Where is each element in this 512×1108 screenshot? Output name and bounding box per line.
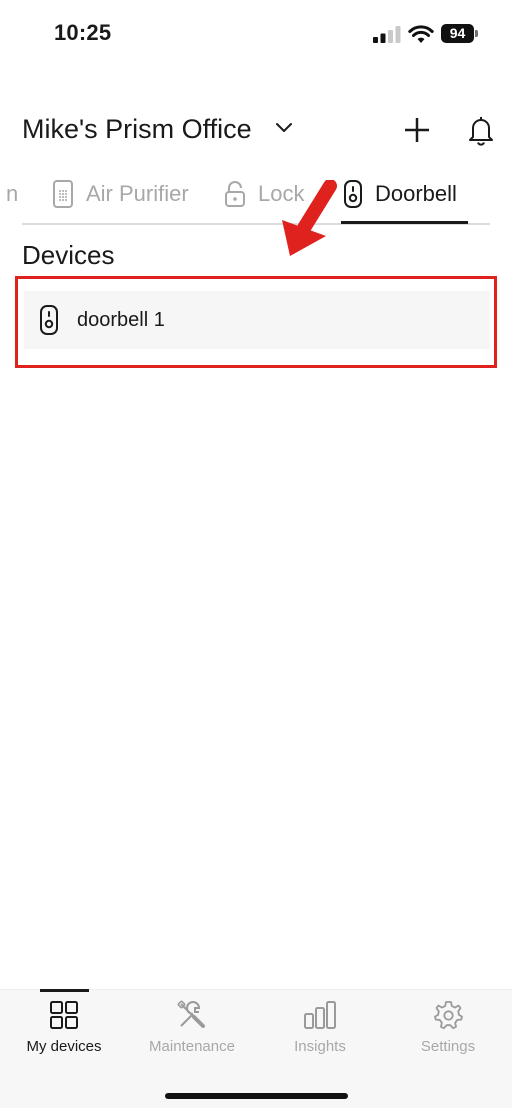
battery-tip <box>475 30 478 37</box>
nav-label: Maintenance <box>149 1038 235 1055</box>
chevron-down-icon[interactable] <box>275 122 293 134</box>
battery-level: 94 <box>441 24 474 43</box>
section-title: Devices <box>22 240 115 270</box>
app-header: Mike's Prism Office <box>0 108 512 156</box>
site-selector[interactable]: Mike's Prism Office <box>22 114 252 145</box>
gear-icon <box>434 1001 463 1030</box>
status-bar: 10:25 94 <box>0 0 512 70</box>
nav-active-indicator <box>40 989 89 992</box>
nav-label: Insights <box>294 1038 346 1055</box>
status-time: 10:25 <box>54 20 112 45</box>
bell-icon[interactable] <box>467 114 495 146</box>
tools-icon <box>177 1000 205 1028</box>
category-tabs: n Air Purifier Lock Doorbell <box>0 168 512 226</box>
tab-doorbell[interactable]: Doorbell <box>343 168 457 220</box>
annotation-highlight-box <box>15 276 497 368</box>
signal-icon <box>373 26 401 43</box>
nav-label: My devices <box>26 1038 102 1055</box>
annotation-arrow-icon <box>282 180 337 256</box>
doorbell-icon <box>344 180 362 208</box>
bar-chart-icon <box>304 1001 336 1029</box>
lock-icon <box>225 181 245 207</box>
nav-label: Settings <box>420 1038 476 1055</box>
plus-icon[interactable] <box>403 116 431 144</box>
wifi-icon <box>408 25 434 43</box>
tab-air-purifier[interactable]: Air Purifier <box>52 168 189 220</box>
grid-icon <box>50 1001 78 1029</box>
nav-settings[interactable]: Settings <box>384 990 512 1070</box>
air-purifier-icon <box>53 180 73 208</box>
nav-insights[interactable]: Insights <box>256 990 384 1070</box>
battery-icon: 94 <box>441 24 479 43</box>
bottom-nav: My devices Maintenance Insights Settings <box>0 989 512 1108</box>
tab-air-purifier-label: Air Purifier <box>86 181 189 206</box>
home-indicator <box>165 1093 348 1099</box>
active-tab-underline <box>341 221 468 224</box>
tab-doorbell-label: Doorbell <box>375 181 457 206</box>
tab-partial[interactable]: n <box>6 168 18 220</box>
nav-my-devices[interactable]: My devices <box>0 989 128 1070</box>
tab-partial-label: n <box>6 181 19 206</box>
nav-maintenance[interactable]: Maintenance <box>128 990 256 1070</box>
